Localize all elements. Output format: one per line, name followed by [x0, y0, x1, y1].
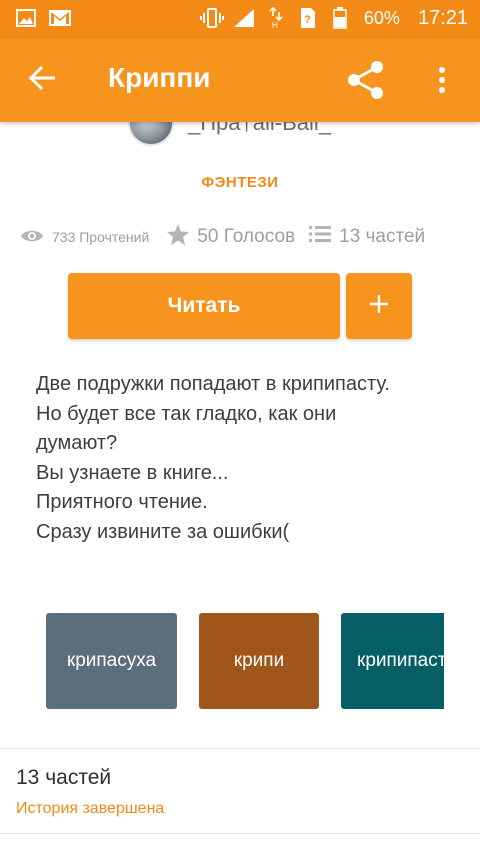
- story-stats: 733 Прочтений 50 Голосов 13 частей: [20, 222, 470, 252]
- star-icon: [167, 223, 190, 251]
- arrow-back-icon: [28, 65, 56, 95]
- sim-icon: ?: [296, 6, 320, 30]
- parts-title: 13 частей: [16, 766, 112, 789]
- description-line: Приятного чтение.: [36, 491, 208, 514]
- divider: [0, 833, 480, 834]
- author-name[interactable]: _Пра†all-Ball_: [188, 122, 331, 136]
- read-button[interactable]: Читать: [68, 273, 340, 339]
- description-line: Вы узнаете в книге...: [36, 461, 229, 484]
- description-line: Сразу извините за ошибки(: [36, 520, 290, 543]
- list-icon: [309, 225, 332, 249]
- add-to-library-button[interactable]: [346, 273, 412, 339]
- avatar[interactable]: [128, 122, 174, 146]
- tag-list[interactable]: крипасуха крипи крипипаста: [46, 613, 444, 709]
- divider: [0, 748, 480, 749]
- reads-stat: 733 Прочтений: [20, 228, 149, 247]
- description-line: Но будет все так гладко, как они: [36, 402, 337, 425]
- story-details: _Пра†all-Ball_ ФЭНТЕЗИ 733 Прочтений 50 …: [0, 122, 480, 854]
- tag-chip[interactable]: крипасуха: [46, 613, 177, 709]
- battery-icon: [328, 6, 352, 30]
- tag-chip[interactable]: крипи: [199, 613, 319, 709]
- plus-icon: [369, 294, 389, 319]
- signal-icon: [232, 6, 256, 30]
- description-line: думают?: [36, 432, 118, 455]
- gallery-icon: [14, 6, 38, 30]
- author-row[interactable]: _Пра†all-Ball_: [128, 122, 331, 146]
- back-button[interactable]: [20, 58, 64, 102]
- parts-section[interactable]: 13 частей История завершена: [0, 750, 480, 832]
- genre-label[interactable]: ФЭНТЕЗИ: [0, 174, 480, 191]
- description-line: Две подружки попадают в крипипасту.: [36, 373, 390, 395]
- completion-status: История завершена: [16, 800, 165, 817]
- share-icon: [346, 60, 386, 105]
- more-options-button[interactable]: [420, 58, 464, 106]
- parts-stat: 13 частей: [309, 225, 425, 249]
- data-icon: H: [264, 6, 288, 30]
- share-button[interactable]: [342, 58, 390, 106]
- parts-count: 13 частей: [339, 226, 426, 247]
- eye-icon: [20, 228, 44, 247]
- reads-count: 733 Прочтений: [52, 229, 150, 245]
- more-vert-icon: [438, 66, 446, 98]
- clock: 17:21: [417, 6, 468, 29]
- svg-text:H: H: [272, 21, 278, 29]
- vibrate-icon: [199, 6, 224, 30]
- votes-count: 50 Голосов: [197, 226, 296, 247]
- status-bar: H ? 60% 17:21: [0, 0, 480, 38]
- app-bar: Криппи: [0, 38, 480, 122]
- page-title: Криппи: [108, 62, 211, 93]
- tag-chip[interactable]: крипипаста: [341, 613, 444, 709]
- story-description: Две подружки попадают в крипипасту. Но б…: [36, 370, 446, 548]
- battery-percent: 60%: [363, 7, 400, 28]
- svg-text:?: ?: [304, 14, 311, 26]
- gmail-icon: [48, 6, 72, 30]
- votes-stat: 50 Голосов: [167, 223, 296, 251]
